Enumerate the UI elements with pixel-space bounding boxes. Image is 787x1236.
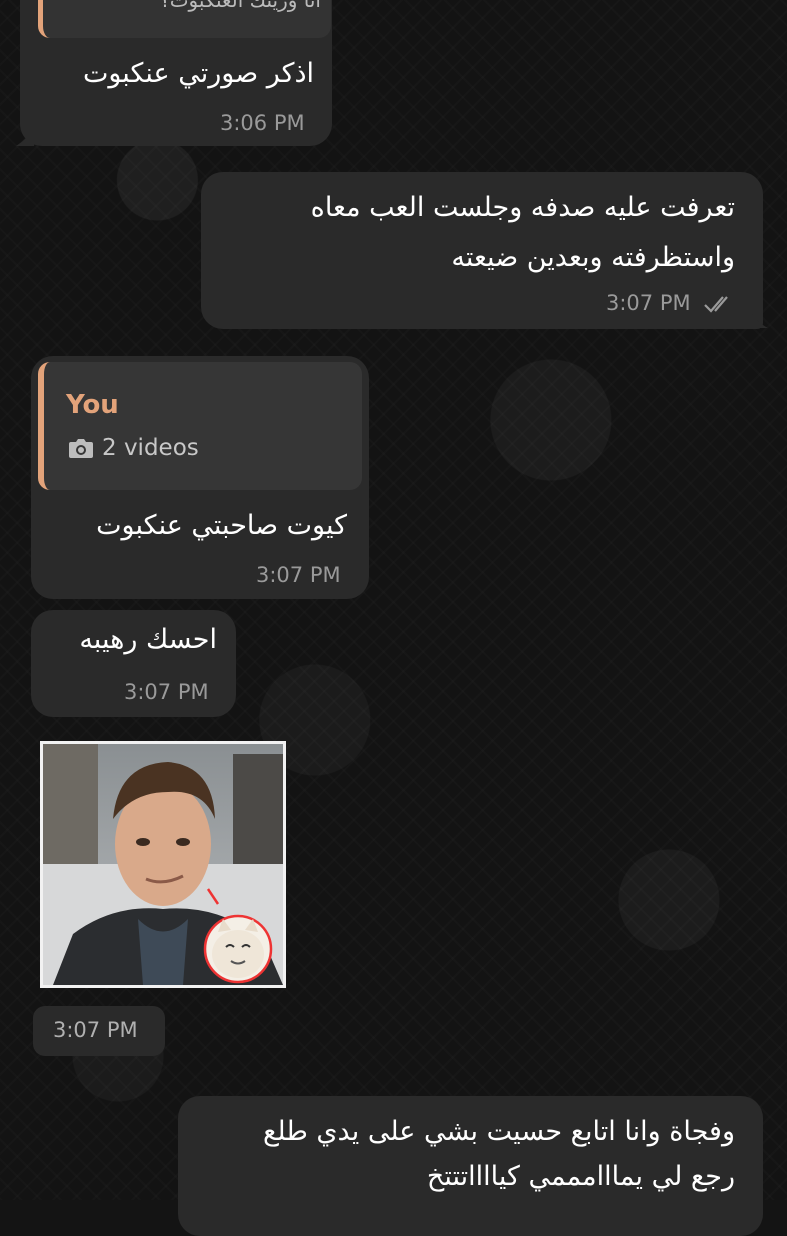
message-text: اذكر صورتي عنكبوت [82, 58, 314, 89]
bubble-tail [16, 128, 34, 146]
quoted-message[interactable]: انا وريتك العنكبوت؟ [38, 0, 331, 38]
bubble-tail [750, 310, 768, 328]
message-time: 3:07 PM [53, 1018, 138, 1042]
reply-sender-name: You [66, 390, 119, 420]
photo-time-pill: 3:07 PM [33, 1006, 165, 1056]
message-time: 3:07 PM [256, 563, 341, 587]
double-check-icon [704, 296, 728, 313]
message-time: 3:07 PM [124, 680, 209, 704]
quoted-text: انا وريتك العنكبوت؟ [159, 0, 321, 12]
message-text-line: واستظرفته وبعدين ضيعته [451, 242, 735, 273]
message-text: احسك رهيبه [79, 624, 217, 655]
message-text: كيوت صاحبتي عنكبوت [96, 510, 347, 541]
message-text-line: رجع لي يمااامممي كيااااتتتخ [426, 1161, 735, 1192]
photo-message[interactable] [40, 741, 286, 988]
photo-image [43, 744, 283, 985]
reply-media-label: 2 videos [102, 435, 199, 461]
reply-preview[interactable]: You 2 videos [38, 362, 362, 490]
message-text-line: وفجاة وانا اتابع حسيت بشي على يدي طلع [263, 1116, 735, 1147]
message-time: 3:06 PM [220, 111, 305, 135]
message-text-line: تعرفت عليه صدفه وجلست العب معاه [310, 192, 735, 223]
camera-icon [69, 439, 93, 458]
reply-media-info: 2 videos [68, 435, 199, 461]
message-time: 3:07 PM [606, 291, 691, 315]
